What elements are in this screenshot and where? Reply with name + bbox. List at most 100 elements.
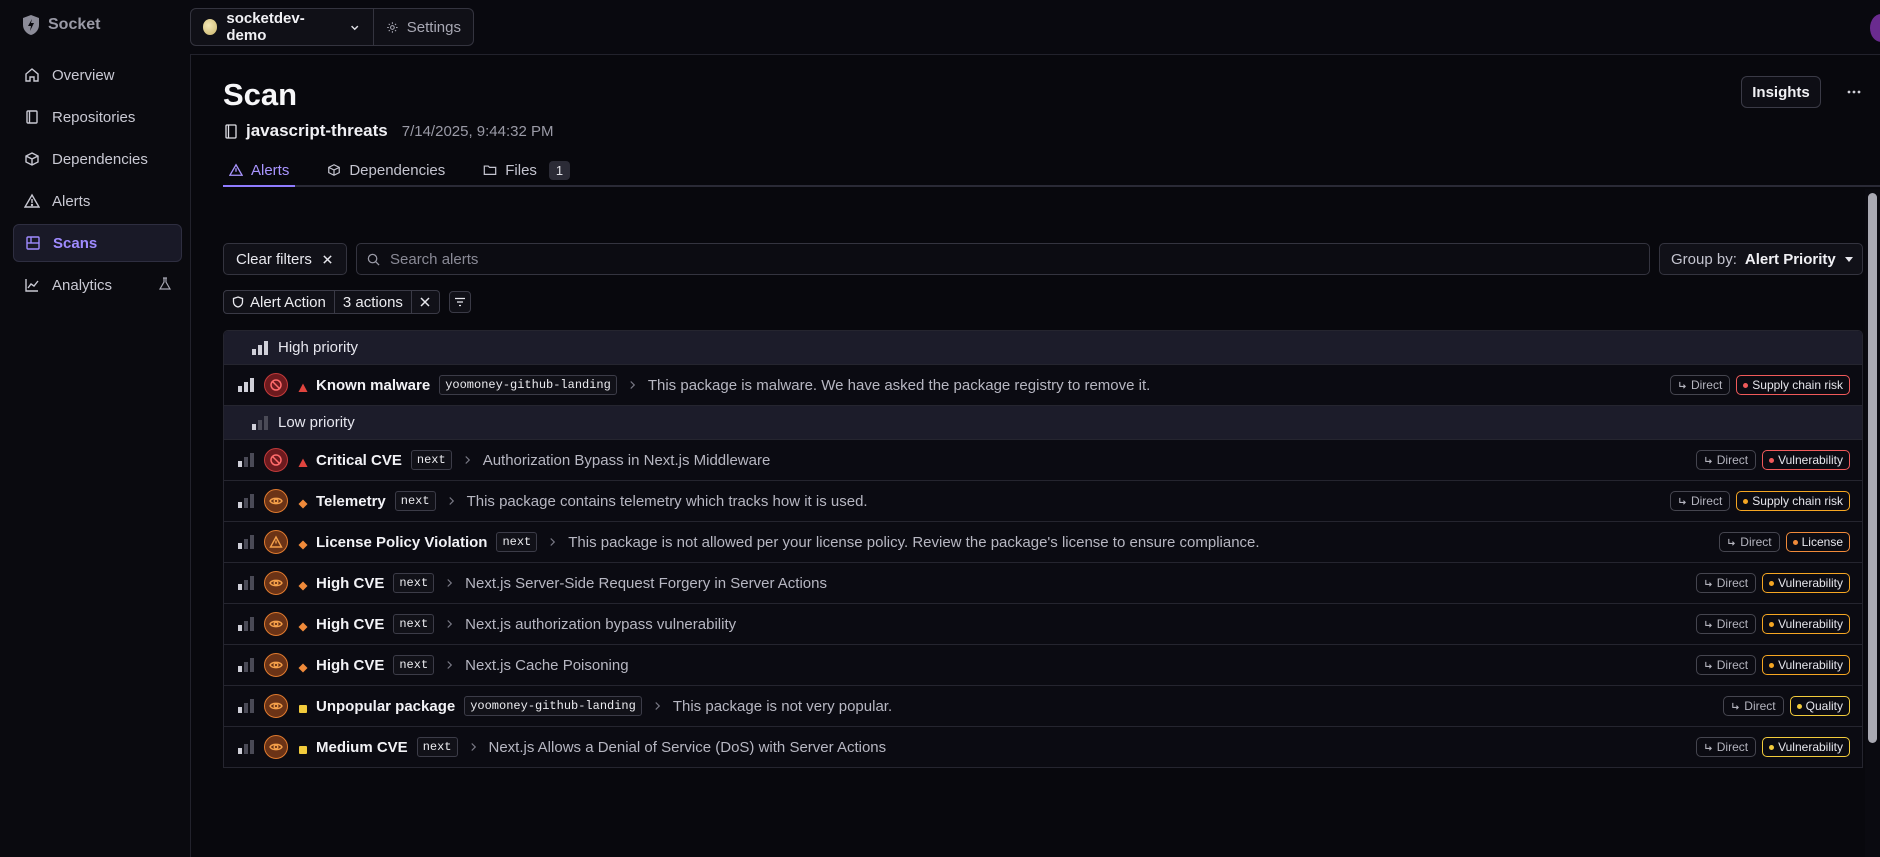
alert-badges: Direct License: [1719, 532, 1850, 552]
package-tag[interactable]: yoomoney-github-landing: [439, 375, 617, 395]
remove-chip-button[interactable]: [411, 290, 440, 314]
package-tag[interactable]: next: [393, 614, 435, 634]
direct-badge: Direct: [1695, 573, 1757, 593]
sidebar-item-overview[interactable]: Overview: [13, 56, 182, 94]
type-dot: [1743, 382, 1749, 388]
scrollbar-thumb[interactable]: [1868, 193, 1877, 743]
package-tag[interactable]: next: [496, 532, 538, 552]
alert-action-chip-value[interactable]: 3 actions: [334, 290, 412, 314]
tab-dependencies[interactable]: Dependencies: [321, 155, 451, 185]
flask-icon: [158, 277, 172, 290]
alert-row[interactable]: Medium CVE next Next.js Allows a Denial of…: [224, 727, 1862, 768]
filter-row: Clear filters Group by: Alert Priority: [223, 243, 1863, 275]
chip-value: 3 actions: [342, 293, 403, 311]
sidebar-item-label: Scans: [53, 234, 98, 252]
chevron-right-icon: [446, 616, 453, 632]
alert-row[interactable]: Unpopular package yoomoney-github-landing…: [224, 686, 1862, 727]
alert-row[interactable]: Known malware yoomoney-github-landing This…: [224, 365, 1862, 406]
alert-triangle-icon: [229, 163, 243, 176]
alert-row[interactable]: High CVE next Next.js Cache Poisoning Direc…: [224, 645, 1862, 686]
type-label: Quality: [1805, 699, 1843, 713]
package-tag[interactable]: next: [410, 450, 452, 470]
type-dot: [1769, 621, 1775, 627]
direct-badge: Direct: [1695, 655, 1757, 675]
group-by-select[interactable]: Group by: Alert Priority: [1659, 243, 1863, 275]
package-tag[interactable]: next: [394, 491, 436, 511]
package-tag[interactable]: next: [393, 573, 435, 593]
alert-name: High CVE: [316, 656, 385, 674]
sidebar-item-dependencies[interactable]: Dependencies: [13, 140, 182, 178]
files-count-badge: 1: [548, 160, 571, 180]
alert-action-chip-label[interactable]: Alert Action: [223, 290, 335, 314]
alert-type-badge: Supply chain risk: [1736, 375, 1850, 395]
type-dot: [1769, 744, 1775, 750]
alert-description: This package is not allowed per your lic…: [568, 533, 1260, 551]
chevron-right-icon: [654, 698, 661, 714]
severity-badge: [264, 530, 288, 554]
settings-button[interactable]: Settings: [374, 8, 474, 46]
user-avatar[interactable]: [1870, 14, 1880, 42]
sidebar-item-repositories[interactable]: Repositories: [13, 98, 182, 136]
brand-logo[interactable]: Socket: [22, 14, 100, 36]
search-box: [356, 243, 1650, 275]
org-switcher[interactable]: socketdev-demo: [190, 8, 374, 46]
close-icon: [323, 254, 332, 264]
group-header[interactable]: Low priority: [224, 406, 1862, 440]
alert-type-badge: Quality: [1789, 696, 1850, 716]
type-label: Supply chain risk: [1752, 494, 1843, 508]
sidebar-item-alerts[interactable]: Alerts: [13, 182, 182, 220]
direct-badge: Direct: [1695, 450, 1757, 470]
alert-row[interactable]: Critical CVE next Authorization Bypass in …: [224, 440, 1862, 481]
alert-badges: Direct Vulnerability: [1695, 737, 1850, 757]
tab-files[interactable]: Files 1: [477, 155, 576, 185]
alert-row[interactable]: Telemetry next This package contains telem…: [224, 481, 1862, 522]
alert-description: Next.js Allows a Denial of Service (DoS)…: [488, 738, 887, 756]
type-dot: [1792, 539, 1798, 545]
alert-row[interactable]: High CVE next Next.js Server-Side Request …: [224, 563, 1862, 604]
alert-type-badge: Supply chain risk: [1736, 491, 1850, 511]
alert-name: Critical CVE: [316, 451, 402, 469]
eye-icon: [269, 620, 283, 628]
alert-name: High CVE: [316, 574, 385, 592]
package-icon: [25, 152, 39, 166]
alert-name: Telemetry: [316, 492, 386, 510]
alert-badges: Direct Supply chain risk: [1669, 375, 1850, 395]
eye-icon: [269, 702, 283, 710]
package-tag[interactable]: yoomoney-github-landing: [464, 696, 642, 716]
alert-row[interactable]: High CVE next Next.js authorization bypass…: [224, 604, 1862, 645]
sidebar-item-analytics[interactable]: Analytics: [13, 266, 182, 304]
close-icon: [420, 297, 430, 307]
package-tag[interactable]: next: [416, 737, 458, 757]
priority-bars-icon: [238, 378, 254, 392]
severity-badge: [264, 448, 288, 472]
tab-label: Dependencies: [349, 161, 446, 179]
tab-alerts[interactable]: Alerts: [223, 155, 296, 187]
repo-name[interactable]: javascript-threats: [246, 121, 388, 141]
insights-button[interactable]: Insights: [1741, 76, 1821, 108]
direct-label: Direct: [1716, 658, 1749, 672]
block-icon: [270, 454, 282, 466]
alert-description: Next.js Server-Side Request Forgery in S…: [465, 574, 827, 592]
filter-options-button[interactable]: [448, 291, 471, 313]
package-tag[interactable]: next: [393, 655, 435, 675]
alert-row[interactable]: License Policy Violation next This package…: [224, 522, 1862, 563]
scrollbar[interactable]: [1865, 189, 1880, 857]
eye-icon: [269, 579, 283, 587]
alert-name: License Policy Violation: [316, 533, 488, 551]
priority-bars-icon: [238, 453, 254, 467]
direct-label: Direct: [1716, 740, 1749, 754]
sidebar-item-label: Alerts: [52, 192, 91, 210]
search-input[interactable]: [390, 250, 1590, 268]
group-by-label: Group by:: [1671, 250, 1737, 268]
scan-date: 7/14/2025, 9:44:32 PM: [401, 122, 554, 140]
group-title: High priority: [278, 339, 359, 356]
sidebar-item-scans[interactable]: Scans: [13, 224, 182, 262]
group-header[interactable]: High priority: [224, 331, 1862, 365]
chip-label: Alert Action: [250, 293, 326, 311]
clear-filters-button[interactable]: Clear filters: [223, 243, 347, 275]
medium-severity-icon: [298, 742, 308, 754]
alert-type-badge: Vulnerability: [1762, 573, 1850, 593]
type-dot: [1769, 662, 1775, 668]
more-options-button[interactable]: [1839, 77, 1869, 107]
corner-arrow-icon: [1679, 381, 1686, 389]
